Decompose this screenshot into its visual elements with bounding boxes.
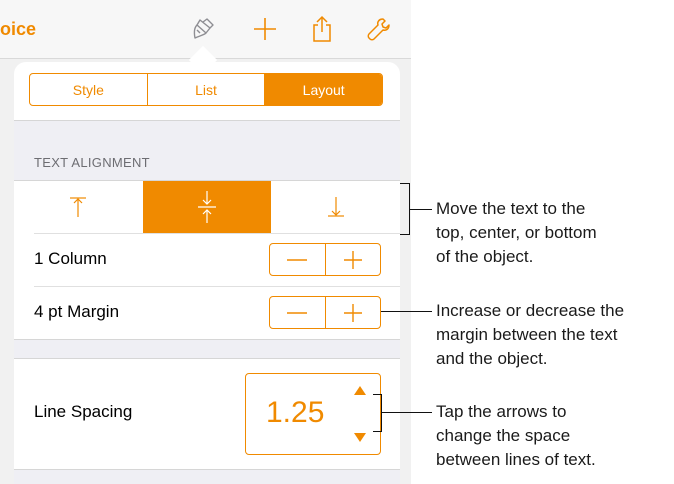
- plus-icon[interactable]: [250, 14, 280, 44]
- align-bottom-button[interactable]: [271, 181, 400, 233]
- vertical-alignment-control: [14, 181, 400, 233]
- screenshot: oice Style List Layout TEXT ALIGNMENT 1 …: [0, 0, 674, 484]
- callout-leader-alignment: [410, 209, 432, 210]
- plus-icon: [343, 250, 362, 269]
- document-title: oice: [0, 19, 37, 39]
- paintbrush-icon[interactable]: [189, 14, 219, 44]
- columns-row: 1 Column: [14, 234, 400, 286]
- section-header-text-alignment: TEXT ALIGNMENT: [34, 155, 150, 170]
- margin-label: 4 pt Margin: [34, 302, 120, 321]
- callout-spacing-text: Tap the arrows to change the space betwe…: [436, 402, 596, 469]
- line-spacing-value: 1.25: [266, 396, 325, 429]
- layout-settings-group: 1 Column 4 pt Margin: [14, 180, 400, 340]
- tab-style[interactable]: Style: [30, 74, 148, 105]
- align-bottom-icon: [327, 197, 344, 217]
- callout-leader-spacing: [382, 412, 432, 413]
- minus-icon: [287, 311, 308, 314]
- segmented-control: Style List Layout: [29, 73, 383, 106]
- line-spacing-group: Line Spacing 1.25: [14, 358, 400, 470]
- margin-row: 4 pt Margin: [14, 287, 400, 339]
- callout-bracket-alignment: [400, 183, 410, 235]
- app-window: oice Style List Layout TEXT ALIGNMENT 1 …: [0, 0, 411, 484]
- decrease-arrow-icon[interactable]: [354, 433, 366, 442]
- margin-decrement-button[interactable]: [270, 297, 325, 328]
- wrench-icon[interactable]: [364, 14, 394, 44]
- align-top-button[interactable]: [14, 181, 143, 233]
- tab-layout[interactable]: Layout: [265, 74, 382, 105]
- margin-increment-button[interactable]: [324, 297, 381, 328]
- plus-icon: [343, 303, 362, 322]
- tab-bar: Style List Layout: [14, 62, 400, 121]
- margin-stepper: [269, 296, 381, 329]
- increase-arrow-icon[interactable]: [354, 386, 366, 395]
- minus-icon: [287, 258, 308, 261]
- callout-bracket-spacing: [373, 394, 382, 432]
- columns-label: 1 Column: [34, 249, 107, 268]
- share-icon[interactable]: [307, 14, 337, 44]
- columns-increment-button[interactable]: [324, 244, 381, 275]
- callout-margin-text: Increase or decrease the margin between …: [436, 301, 625, 368]
- line-spacing-control[interactable]: 1.25: [245, 373, 381, 455]
- format-popover: Style List Layout TEXT ALIGNMENT 1 Colum…: [14, 62, 400, 484]
- align-middle-button[interactable]: [142, 181, 272, 233]
- columns-decrement-button[interactable]: [270, 244, 325, 275]
- align-top-icon: [70, 197, 87, 217]
- line-spacing-label: Line Spacing: [34, 402, 133, 421]
- callout-leader-margin: [381, 311, 432, 312]
- tab-list[interactable]: List: [148, 74, 266, 105]
- align-middle-icon: [198, 191, 216, 223]
- columns-stepper: [269, 243, 381, 276]
- callout-alignment-text: Move the text to the top, center, or bot…: [436, 199, 597, 266]
